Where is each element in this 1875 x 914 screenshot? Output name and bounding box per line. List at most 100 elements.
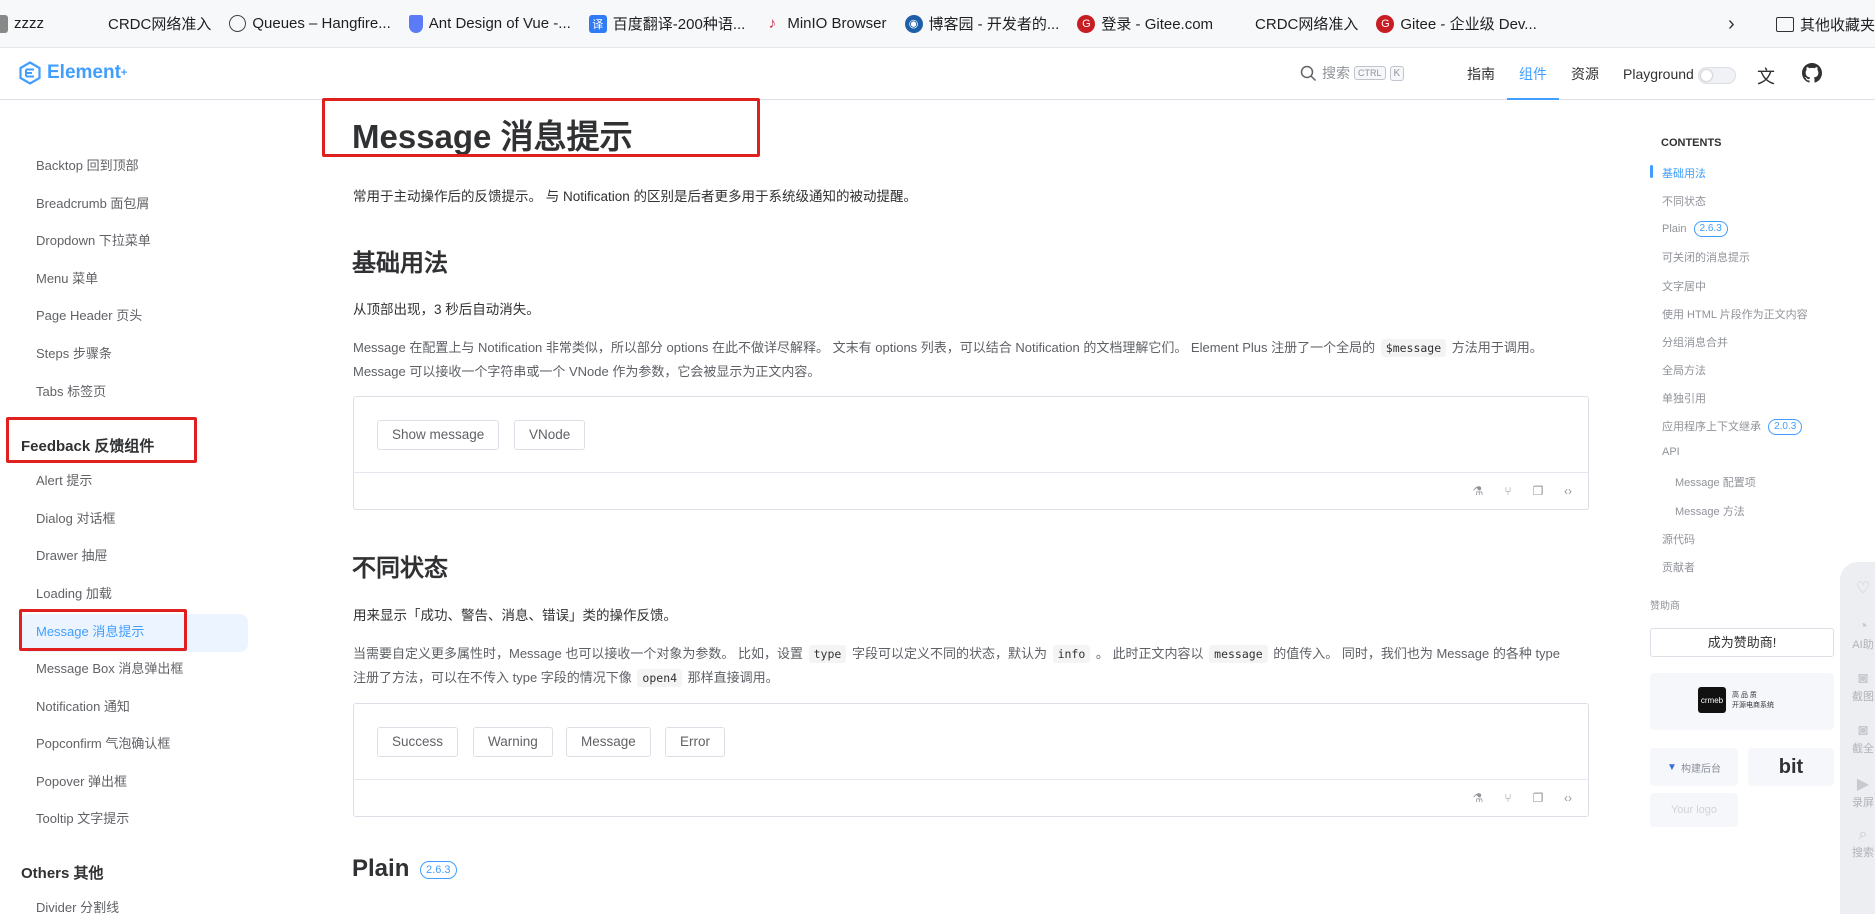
cnblogs-icon: ◉ <box>904 14 923 33</box>
toc-item-center[interactable]: 文字居中 <box>1662 278 1706 294</box>
sidebar-item-menu[interactable]: Menu 菜单 <box>36 269 98 289</box>
floating-search-button[interactable]: ⌕ 搜索 <box>1848 826 1875 860</box>
floating-label: 截图 <box>1852 691 1874 703</box>
floating-fullshot-button[interactable]: ◙ 截全 <box>1848 722 1875 756</box>
bookmark-label: CRDC网络准入 <box>108 16 212 33</box>
types-detail-text: 。 此时正文内容以 <box>1095 646 1204 661</box>
sidebar-item-dialog[interactable]: Dialog 对话框 <box>36 509 115 529</box>
code-icon[interactable]: ‹› <box>1560 790 1576 806</box>
floating-screenshot-button[interactable]: ◙ 截图 <box>1848 670 1875 704</box>
copy-icon[interactable]: ❐ <box>1530 483 1546 499</box>
shield-icon <box>408 14 423 33</box>
toc-item-grouping[interactable]: 分组消息合并 <box>1662 334 1728 350</box>
bookmark-item[interactable]: Queues – Hangfire... <box>229 10 391 38</box>
basic-desc: 从顶部出现，3 秒后自动消失。 <box>353 302 540 317</box>
error-button[interactable]: Error <box>665 727 725 757</box>
types-desc: 用来显示「成功、警告、消息、错误」类的操作反馈。 <box>353 608 677 623</box>
bookmark-item[interactable]: CRDC网络准入 <box>84 10 211 38</box>
chevron-right-icon[interactable]: › <box>1728 13 1756 36</box>
copy-icon[interactable]: ❐ <box>1530 790 1546 806</box>
message-button[interactable]: Message <box>566 727 651 757</box>
toc-context-label: 应用程序上下文继承 <box>1662 421 1761 433</box>
nav-link-resource[interactable]: 资源 <box>1559 49 1611 100</box>
github-edit-icon[interactable]: ⑂ <box>1500 790 1516 806</box>
sidebar-item-popconfirm[interactable]: Popconfirm 气泡确认框 <box>36 734 170 754</box>
sidebar-item-notification[interactable]: Notification 通知 <box>36 697 130 717</box>
dark-mode-toggle[interactable] <box>1698 67 1736 84</box>
sidebar-item-breadcrumb[interactable]: Breadcrumb 面包屑 <box>36 194 149 214</box>
sidebar-item-tabs[interactable]: Tabs 标签页 <box>36 382 106 402</box>
sidebar-item-popover[interactable]: Popover 弹出框 <box>36 772 127 792</box>
element-logo[interactable]: Element + <box>18 61 127 85</box>
toc-item-contributors[interactable]: 贡献者 <box>1662 559 1695 575</box>
bookmark-item[interactable]: Ant Design of Vue -... <box>408 10 571 38</box>
toc-item-global[interactable]: 全局方法 <box>1662 362 1706 378</box>
success-button[interactable]: Success <box>377 727 459 757</box>
bookmark-item[interactable]: CRDC网络准入 <box>1231 10 1358 38</box>
sidebar-item-backtop[interactable]: Backtop 回到顶部 <box>36 156 139 176</box>
bookmark-item[interactable]: G Gitee - 企业级 Dev... <box>1376 10 1537 38</box>
language-icon[interactable]: 文 <box>1757 63 1775 89</box>
sidebar-item-loading[interactable]: Loading 加载 <box>36 584 112 604</box>
playground-icon[interactable]: ⚗ <box>1470 483 1486 499</box>
sidebar-item-dropdown[interactable]: Dropdown 下拉菜单 <box>36 231 151 251</box>
search-box[interactable]: 搜索 CTRL K <box>1300 63 1405 83</box>
sidebar-group-others: Others 其他 <box>21 865 104 882</box>
sidebar: Backtop 回到顶部 Breadcrumb 面包屑 Dropdown 下拉菜… <box>0 101 248 914</box>
version-badge: 2.0.3 <box>1768 419 1803 436</box>
sponsor-build[interactable]: ▼ 构建后台 <box>1650 748 1738 786</box>
sidebar-item-page-header[interactable]: Page Header 页头 <box>36 306 142 326</box>
highlight-box-message <box>19 609 187 651</box>
sidebar-item-tooltip[interactable]: Tooltip 文字提示 <box>36 809 129 829</box>
sidebar-item-steps[interactable]: Steps 步骤条 <box>36 344 112 364</box>
github-edit-icon[interactable]: ⑂ <box>1500 483 1516 499</box>
nav-link-playground[interactable]: Playground <box>1611 49 1706 100</box>
sidebar-item-alert[interactable]: Alert 提示 <box>36 471 92 491</box>
nav-link-guide[interactable]: 指南 <box>1455 49 1507 100</box>
sidebar-item-divider[interactable]: Divider 分割线 <box>36 898 119 914</box>
toc-item-source[interactable]: 源代码 <box>1662 531 1695 547</box>
toc-item-options[interactable]: Message 配置项 <box>1675 474 1756 490</box>
bookmark-item[interactable]: ◉ 博客园 - 开发者的... <box>904 10 1059 38</box>
sponsor-crmeb[interactable]: crmeb 高 品 质 开源电商系统 <box>1650 673 1834 730</box>
toc-item-html[interactable]: 使用 HTML 片段作为正文内容 <box>1662 306 1808 322</box>
nav-link-component[interactable]: 组件 <box>1507 49 1559 100</box>
become-sponsor-button[interactable]: 成为赞助商! <box>1650 628 1834 657</box>
section-heading-types: 不同状态 <box>352 555 448 582</box>
demo-preview: Show message VNode <box>354 397 1588 473</box>
bookmark-item[interactable]: 译 百度翻译-200种语... <box>588 10 745 38</box>
bookmark-item[interactable]: zzzz <box>0 10 44 38</box>
toc-item-types[interactable]: 不同状态 <box>1662 193 1706 209</box>
other-bookmarks[interactable]: 其他收藏夹 <box>1800 14 1875 35</box>
playground-icon[interactable]: ⚗ <box>1470 790 1486 806</box>
sun-icon <box>1701 70 1712 81</box>
vnode-button[interactable]: VNode <box>514 420 586 450</box>
sidebar-item-drawer[interactable]: Drawer 抽屉 <box>36 546 108 566</box>
floating-ai-button[interactable]: ◔ AI助 <box>1848 618 1875 652</box>
toc-item-basic[interactable]: 基础用法 <box>1662 165 1706 181</box>
toc-item-context[interactable]: 应用程序上下文继承 2.0.3 <box>1662 418 1803 436</box>
bookmark-item[interactable]: ♪ MinIO Browser <box>763 10 887 38</box>
basic-detail-text: 方法用于调用。 <box>1451 340 1543 355</box>
bookmark-item[interactable]: G 登录 - Gitee.com <box>1077 10 1213 38</box>
ai-icon: ◔ <box>1858 618 1868 635</box>
intro-text: 常用于主动操作后的反馈提示。 与 Notification 的区别是后者更多用于… <box>353 189 918 204</box>
toc-item-import[interactable]: 单独引用 <box>1662 390 1706 406</box>
sponsor-your-logo[interactable]: Your logo <box>1650 793 1738 827</box>
toc-item-methods[interactable]: Message 方法 <box>1675 503 1745 519</box>
sponsor-bit[interactable]: bit <box>1748 748 1834 786</box>
floating-record-button[interactable]: ▶ 录屏 <box>1848 774 1875 810</box>
toc-item-api[interactable]: API <box>1662 446 1680 458</box>
floating-heart-icon[interactable]: ♡ <box>1848 578 1875 598</box>
toc-item-closable[interactable]: 可关闭的消息提示 <box>1662 249 1750 265</box>
code-icon[interactable]: ‹› <box>1560 483 1576 499</box>
show-message-button[interactable]: Show message <box>377 420 500 450</box>
sidebar-item-message-box[interactable]: Message Box 消息弹出框 <box>36 659 183 679</box>
minio-icon: ♪ <box>768 15 777 32</box>
toc-item-plain[interactable]: Plain 2.6.3 <box>1662 221 1728 237</box>
warning-button[interactable]: Warning <box>473 727 553 757</box>
highlight-box-title <box>322 98 760 157</box>
github-icon[interactable] <box>1802 63 1822 83</box>
crmeb-subtitle: 开源电商系统 <box>1732 702 1774 709</box>
folder-icon <box>1775 16 1794 32</box>
